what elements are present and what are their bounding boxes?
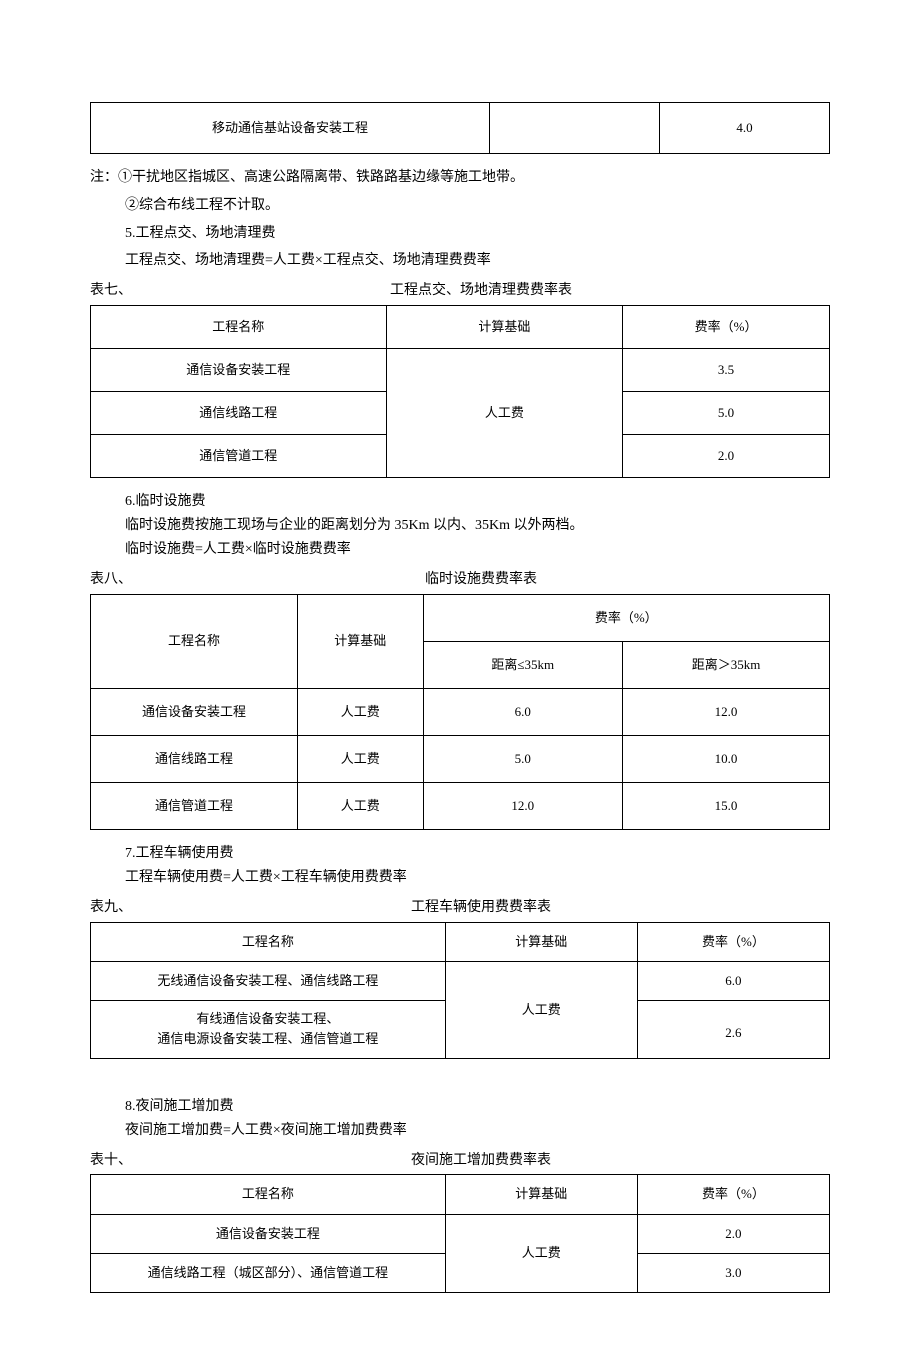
table-9: 工程名称 计算基础 费率（%） 无线通信设备安装工程、通信线路工程 人工费 6.… [90, 922, 830, 1060]
table-8-title: 临时设施费费率表 [132, 568, 830, 592]
table-row: 通信设备安装工程 人工费 6.0 12.0 [91, 688, 830, 735]
cell-basis: 人工费 [386, 349, 622, 478]
col-header: 费率（%） [637, 922, 829, 961]
table-row: 通信线路工程 人工费 5.0 10.0 [91, 735, 830, 782]
cell-basis: 人工费 [445, 1214, 637, 1292]
section-8-title: 8.夜间施工增加费 [90, 1095, 830, 1119]
cell-rate: 2.0 [637, 1214, 829, 1253]
table-10-title: 夜间施工增加费费率表 [132, 1149, 830, 1173]
col-header: 工程名称 [91, 594, 298, 688]
col-header: 工程名称 [91, 306, 387, 349]
cell-name: 移动通信基站设备安装工程 [91, 103, 490, 154]
col-header: 计算基础 [445, 922, 637, 961]
cell-rate: 5.0 [623, 392, 830, 435]
cell-rate: 2.6 [637, 1000, 829, 1059]
cell-rate: 2.0 [623, 435, 830, 478]
section-5-formula: 工程点交、场地清理费=人工费×工程点交、场地清理费费率 [90, 249, 830, 273]
table-row: 通信设备安装工程 人工费 2.0 [91, 1214, 830, 1253]
section-6-title: 6.临时设施费 [90, 490, 830, 514]
cell-rate: 3.5 [623, 349, 830, 392]
cell-name: 通信线路工程（城区部分）、通信管道工程 [91, 1253, 446, 1292]
top-fragment-table: 移动通信基站设备安装工程 4.0 [90, 102, 830, 154]
note-prefix: 注： [90, 170, 118, 185]
table-row: 工程名称 计算基础 费率（%） [91, 594, 830, 641]
col-header: 计算基础 [445, 1175, 637, 1214]
col-header: 工程名称 [91, 922, 446, 961]
table-row: 移动通信基站设备安装工程 4.0 [91, 103, 830, 154]
table-8-label: 表八、 临时设施费费率表 [90, 568, 830, 592]
col-header: 费率（%） [637, 1175, 829, 1214]
table-8-tag: 表八、 [90, 568, 132, 592]
table-row: 通信设备安装工程 人工费 3.5 [91, 349, 830, 392]
table-9-title: 工程车辆使用费费率表 [132, 896, 830, 920]
cell-name: 通信设备安装工程 [91, 349, 387, 392]
table-7: 工程名称 计算基础 费率（%） 通信设备安装工程 人工费 3.5 通信线路工程 … [90, 305, 830, 478]
col-header: 计算基础 [386, 306, 622, 349]
section-6-line2: 临时设施费=人工费×临时设施费费率 [90, 538, 830, 562]
section-6-line1: 临时设施费按施工现场与企业的距离划分为 35Km 以内、35Km 以外两档。 [90, 514, 830, 538]
cell-empty [490, 103, 660, 154]
cell-name: 通信设备安装工程 [91, 688, 298, 735]
cell-basis: 人工费 [297, 735, 423, 782]
cell-rate: 6.0 [637, 961, 829, 1000]
cell-rate: 6.0 [423, 688, 623, 735]
table-8: 工程名称 计算基础 费率（%） 距离≤35km 距离＞35km 通信设备安装工程… [90, 594, 830, 830]
table-7-title: 工程点交、场地清理费费率表 [132, 279, 830, 303]
table-9-tag: 表九、 [90, 896, 132, 920]
col-header: 工程名称 [91, 1175, 446, 1214]
table-7-tag: 表七、 [90, 279, 132, 303]
col-subheader: 距离＞35km [623, 641, 830, 688]
cell-rate: 4.0 [660, 103, 830, 154]
table-7-label: 表七、 工程点交、场地清理费费率表 [90, 279, 830, 303]
cell-name: 无线通信设备安装工程、通信线路工程 [91, 961, 446, 1000]
cell-rate: 5.0 [423, 735, 623, 782]
table-10-tag: 表十、 [90, 1149, 132, 1173]
table-10-label: 表十、 夜间施工增加费费率表 [90, 1149, 830, 1173]
cell-rate: 12.0 [423, 783, 623, 830]
cell-rate: 15.0 [623, 783, 830, 830]
table-row: 通信管道工程 人工费 12.0 15.0 [91, 783, 830, 830]
col-subheader: 距离≤35km [423, 641, 623, 688]
table-10: 工程名称 计算基础 费率（%） 通信设备安装工程 人工费 2.0 通信线路工程（… [90, 1174, 830, 1292]
cell-name: 通信管道工程 [91, 435, 387, 478]
section-7-title: 7.工程车辆使用费 [90, 842, 830, 866]
cell-basis: 人工费 [297, 688, 423, 735]
cell-name: 通信设备安装工程 [91, 1214, 446, 1253]
section-5-title: 5.工程点交、场地清理费 [90, 222, 830, 246]
note-1-text: ①干扰地区指城区、高速公路隔离带、铁路路基边缘等施工地带。 [118, 170, 524, 185]
col-header: 费率（%） [423, 594, 829, 641]
section-7-line1: 工程车辆使用费=人工费×工程车辆使用费费率 [90, 866, 830, 890]
col-header: 费率（%） [623, 306, 830, 349]
cell-basis: 人工费 [445, 961, 637, 1059]
note-line-1: 注：①干扰地区指城区、高速公路隔离带、铁路路基边缘等施工地带。 [90, 166, 830, 190]
table-9-label: 表九、 工程车辆使用费费率表 [90, 896, 830, 920]
section-8-line1: 夜间施工增加费=人工费×夜间施工增加费费率 [90, 1119, 830, 1143]
table-row: 工程名称 计算基础 费率（%） [91, 922, 830, 961]
cell-rate: 3.0 [637, 1253, 829, 1292]
cell-name: 通信管道工程 [91, 783, 298, 830]
table-row: 无线通信设备安装工程、通信线路工程 人工费 6.0 [91, 961, 830, 1000]
cell-basis: 人工费 [297, 783, 423, 830]
cell-name: 通信线路工程 [91, 735, 298, 782]
cell-rate: 12.0 [623, 688, 830, 735]
table-row: 工程名称 计算基础 费率（%） [91, 306, 830, 349]
note-line-2: ②综合布线工程不计取。 [90, 194, 830, 218]
cell-name: 通信线路工程 [91, 392, 387, 435]
table-row: 工程名称 计算基础 费率（%） [91, 1175, 830, 1214]
cell-name: 有线通信设备安装工程、 通信电源设备安装工程、通信管道工程 [91, 1000, 446, 1059]
cell-rate: 10.0 [623, 735, 830, 782]
col-header: 计算基础 [297, 594, 423, 688]
